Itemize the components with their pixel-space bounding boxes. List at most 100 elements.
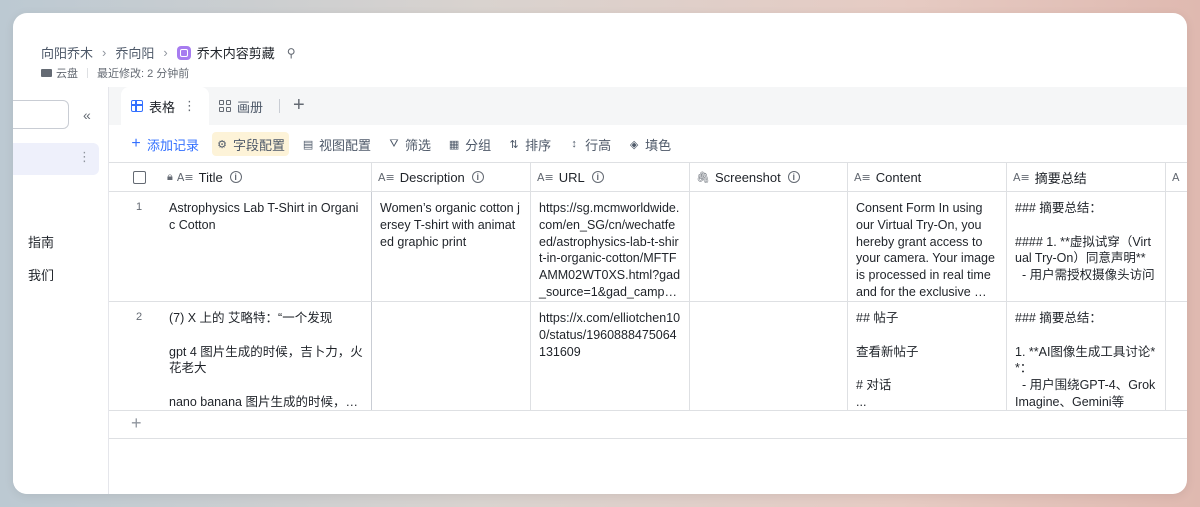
doc-title-wrap[interactable]: 乔木内容剪藏 (176, 43, 275, 62)
sidebar-search-input[interactable] (13, 100, 69, 129)
column-label: 摘要总结 (1034, 170, 1087, 186)
row-height-label: 行高 (585, 137, 612, 153)
table-icon (131, 100, 143, 112)
column-label: Screenshot (714, 169, 781, 185)
page-title: 乔木内容剪藏 (196, 46, 275, 61)
cell-url[interactable]: https://x.com/elliotchen100/status/19608… (531, 302, 690, 410)
cell-content[interactable]: ## 帖子 查看新帖子 # 对话 ... (848, 302, 1007, 410)
text-field-icon: A (1172, 170, 1180, 184)
divider (279, 99, 280, 113)
group-label: 分组 (465, 137, 492, 153)
column-label: Title (198, 169, 223, 185)
column-header-url[interactable]: A≡ URL i (531, 163, 690, 191)
text-field-icon: A≡ (854, 170, 871, 184)
column-header-summary[interactable]: A≡ 摘要总结 (1007, 163, 1166, 191)
info-icon[interactable]: i (229, 171, 242, 183)
cell-url[interactable]: https://sg.mcmworldwide.com/en_SG/cn/wec… (531, 192, 690, 301)
column-label: URL (558, 169, 585, 185)
tab-table[interactable]: 表格 ⋮ (121, 87, 209, 125)
tab-gallery[interactable]: 画册 (219, 87, 263, 125)
sidebar-item-active[interactable]: ⋮ (13, 143, 99, 175)
row-height-icon: ↕ (571, 138, 577, 150)
cell-title[interactable]: (7) X 上的 艾略特：“一个发现 gpt 4 图片生成的时候，吉卜力，火花老… (161, 302, 372, 410)
column-header-next[interactable]: A (1166, 163, 1187, 191)
sort-button[interactable]: ⇅ 排序 (508, 132, 551, 156)
doc-location[interactable]: 云盘 (56, 65, 78, 81)
row-number: 1 (135, 201, 143, 213)
view-config-label: 视图配置 (319, 137, 372, 153)
column-header-description[interactable]: A≡ Description i (372, 163, 531, 191)
more-icon[interactable]: ⋮ (183, 98, 196, 114)
base-app-icon (176, 45, 191, 60)
select-all-checkbox[interactable] (133, 171, 146, 184)
breadcrumb-item-2[interactable]: 乔向阳 (115, 43, 154, 62)
collapse-sidebar-icon[interactable]: « (83, 107, 91, 123)
paint-bucket-icon: ◈ (629, 138, 639, 151)
sort-icon: ⇅ (509, 138, 519, 151)
field-config-label: 字段配置 (233, 137, 286, 153)
row-height-button[interactable]: ↕ 行高 (568, 132, 611, 156)
table-row[interactable]: 1 Astrophysics Lab T-Shirt in Organic Co… (109, 192, 1187, 302)
add-record-button[interactable]: + 添加记录 (130, 132, 199, 156)
column-header-screenshot[interactable]: 🖇︎ Screenshot i (690, 163, 848, 191)
field-config-button[interactable]: ⚙ 字段配置 (212, 132, 290, 156)
cell-screenshot[interactable] (690, 192, 848, 301)
group-icon: ▦ (448, 138, 460, 151)
fill-color-button[interactable]: ◈ 填色 (628, 132, 671, 156)
breadcrumb: 向阳乔木 › 乔向阳 › 乔木内容剪藏 ⚲ (41, 43, 296, 62)
cell-content[interactable]: Consent Form In using our Virtual Try-On… (848, 192, 1007, 301)
plus-icon: + (131, 135, 141, 152)
tab-label: 画册 (237, 99, 264, 115)
ai-text-field-icon: A≡ (1013, 170, 1030, 184)
breadcrumb-item-1[interactable]: 向阳乔木 (41, 43, 93, 62)
info-icon[interactable]: i (787, 171, 800, 183)
text-field-icon: A≡ (378, 170, 395, 184)
cell-description[interactable] (372, 302, 531, 410)
view-config-icon: ▤ (302, 138, 314, 151)
cell-summary[interactable]: ### 摘要总结： 1. **AI图像生成工具讨论**： - 用户围绕GPT-4… (1007, 302, 1166, 410)
lock-icon: 🔒︎ (167, 170, 173, 183)
column-header-content[interactable]: A≡ Content (848, 163, 1007, 191)
doc-meta: 云盘 最近修改: 2 分钟前 (41, 65, 189, 81)
sidebar: « ⋮ 指南 我们 (13, 87, 109, 494)
cell-screenshot[interactable] (690, 302, 848, 410)
chevron-right-icon: › (102, 45, 107, 60)
gear-icon: ⚙ (217, 138, 227, 151)
sidebar-item-guide[interactable]: 指南 (28, 232, 54, 251)
sort-label: 排序 (525, 137, 552, 153)
filter-label: 筛选 (405, 137, 432, 153)
header-checkbox-cell (109, 163, 169, 191)
view-tabs: 表格 ⋮ 画册 + (109, 87, 1187, 125)
row-number: 2 (135, 311, 143, 323)
cell-title[interactable]: Astrophysics Lab T-Shirt in Organic Cott… (161, 192, 372, 301)
folder-icon (41, 69, 52, 77)
table-row[interactable]: 2 (7) X 上的 艾略特：“一个发现 gpt 4 图片生成的时候，吉卜力，火… (109, 302, 1187, 411)
more-icon[interactable]: ⋮ (78, 150, 91, 163)
attachment-icon: 🖇︎ (696, 170, 710, 184)
column-header-title[interactable]: 🔒︎ A≡ Title i (161, 163, 372, 191)
divider (87, 68, 88, 78)
cell-summary[interactable]: ### 摘要总结： #### 1. **虚拟试穿（Virtual Try-On）… (1007, 192, 1166, 301)
info-icon[interactable]: i (591, 171, 604, 183)
group-button[interactable]: ▦ 分组 (448, 132, 491, 156)
add-record-label: 添加记录 (147, 137, 200, 153)
column-label: Content (875, 169, 922, 185)
text-field-icon: A≡ (176, 170, 194, 184)
pin-icon[interactable]: ⚲ (287, 46, 296, 60)
info-icon[interactable]: i (471, 171, 484, 183)
sidebar-item-us[interactable]: 我们 (28, 265, 54, 284)
add-row[interactable]: + (109, 411, 1187, 439)
view-config-button[interactable]: ▤ 视图配置 (302, 132, 371, 156)
cell-description[interactable]: Women’s organic cotton jersey T-shirt wi… (372, 192, 531, 301)
toolbar: + 添加记录 ⚙ 字段配置 ▤ 视图配置 ⛛ 筛选 ▦ 分组 ⇅ 排序 ↕ 行高… (109, 125, 1187, 163)
tab-label: 表格 (149, 99, 176, 115)
column-label: Description (399, 169, 465, 185)
filter-button[interactable]: ⛛ 筛选 (388, 132, 431, 156)
fill-color-label: 填色 (645, 137, 672, 153)
cell-next[interactable] (1166, 302, 1187, 410)
filter-icon: ⛛ (389, 137, 399, 150)
chevron-right-icon: › (163, 45, 168, 60)
add-view-icon[interactable]: + (293, 94, 305, 117)
cell-next[interactable] (1166, 192, 1187, 301)
gallery-icon (219, 100, 231, 112)
